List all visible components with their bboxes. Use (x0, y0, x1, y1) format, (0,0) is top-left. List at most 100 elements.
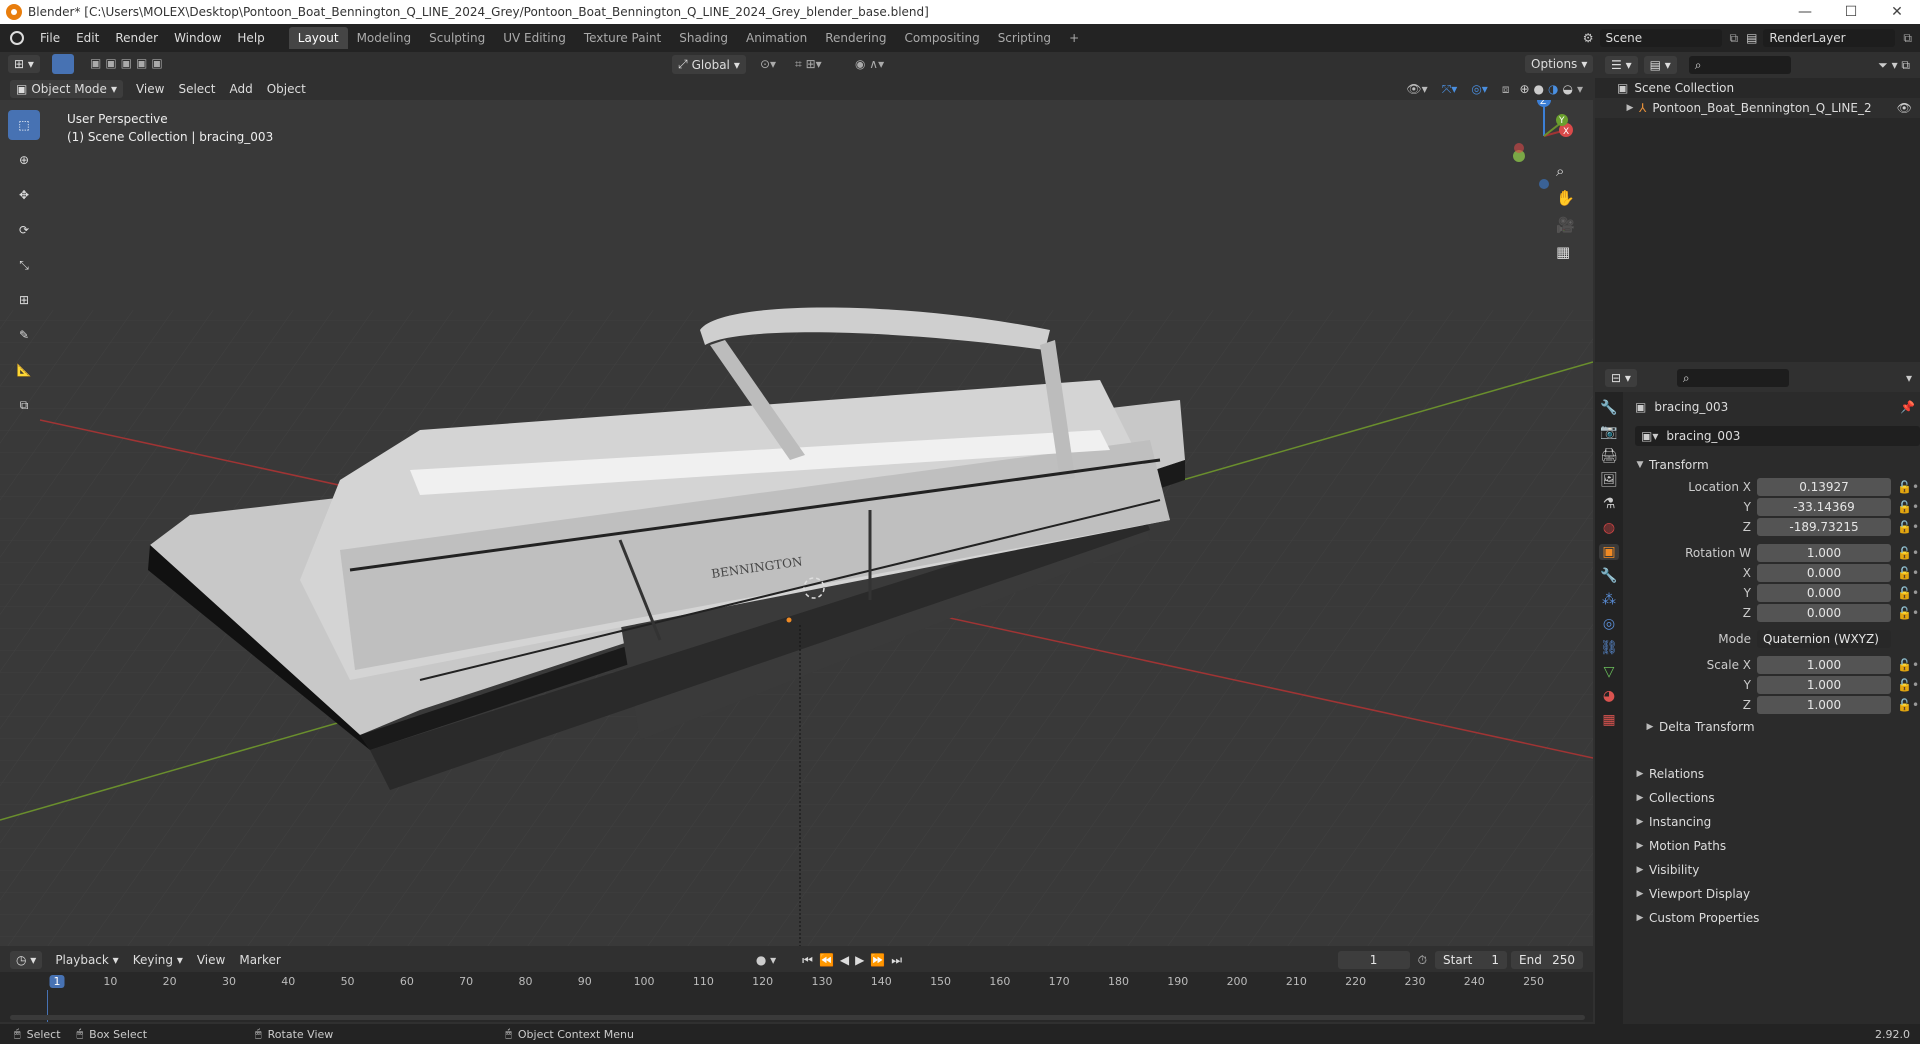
add-cube-tool[interactable]: ⧉ (8, 390, 40, 420)
transform-panel-header[interactable]: ▼ Transform (1631, 453, 1920, 477)
measure-tool[interactable]: 📐 (8, 355, 40, 385)
menu-file[interactable]: File (32, 31, 68, 45)
pivot-icon[interactable]: ⊙▾ (760, 57, 776, 71)
transform-tool[interactable]: ⊞ (8, 285, 40, 315)
transform-orientation[interactable]: ⤢ Global ▾ (672, 55, 746, 74)
particles-tab-icon[interactable]: ⁂ (1602, 592, 1616, 608)
end-frame-field[interactable]: End 250 (1511, 951, 1583, 969)
eye-visibility-icon[interactable]: 👁 (1897, 101, 1912, 115)
camera-view-icon[interactable]: 🎥 (1556, 216, 1575, 234)
snap-icon[interactable]: ⌗ ⊞▾ (795, 57, 822, 72)
tab-animation[interactable]: Animation (737, 27, 816, 49)
lock-icon[interactable]: 🔓• (1897, 480, 1919, 494)
minimize-icon[interactable]: — (1782, 4, 1828, 20)
render-layer-copy-icon[interactable]: ⧉ (1903, 31, 1912, 46)
menu-help[interactable]: Help (229, 31, 272, 45)
tool-tab-icon[interactable]: 🔧 (1600, 400, 1617, 416)
modifier-tab-icon[interactable]: 🔧 (1600, 568, 1617, 584)
lock-icon[interactable]: 🔓• (1897, 606, 1919, 620)
tab-rendering[interactable]: Rendering (816, 27, 895, 49)
3d-viewport[interactable]: BENNINGTON Z Y X User Perspective (1) Sc… (0, 100, 1593, 946)
menu-view[interactable]: View (129, 80, 171, 98)
panel-motion-paths[interactable]: ▶ Motion Paths (1631, 834, 1920, 858)
render-layer-field[interactable]: RenderLayer (1763, 29, 1896, 47)
menu-edit[interactable]: Edit (68, 31, 107, 45)
output-tab-icon[interactable]: 🖨 (1600, 448, 1618, 464)
expand-arrow-icon[interactable]: ▶ (1621, 103, 1639, 113)
xray-icon[interactable]: ⧈ (1502, 82, 1510, 97)
record-icon[interactable]: ● ▾ (756, 953, 776, 967)
outliner-editor-icon[interactable]: ☰ ▾ (1605, 56, 1638, 74)
start-frame-field[interactable]: Start 1 (1435, 951, 1507, 969)
scene-field[interactable]: Scene (1599, 29, 1722, 47)
select-tool-icon[interactable] (52, 54, 74, 74)
tab-uv-editing[interactable]: UV Editing (494, 27, 575, 49)
render-tab-icon[interactable]: 📷 (1600, 424, 1617, 440)
constraints-tab-icon[interactable]: ⛓ (1600, 640, 1618, 656)
ortho-grid-icon[interactable]: ▦ (1556, 243, 1575, 261)
timeline-editor-icon[interactable]: ◷ ▾ (10, 951, 43, 969)
options-dropdown[interactable]: Options ▾ (1525, 55, 1594, 73)
scale-y-field[interactable]: 1.000 (1757, 676, 1891, 694)
pan-hand-icon[interactable]: ✋ (1556, 189, 1575, 207)
frame-ruler[interactable]: 1 10 20 30 40 50 60 70 80 90 100 110 120 130 140 150 160… (0, 972, 1593, 992)
annotate-tool[interactable]: ✎ (8, 320, 40, 350)
lock-icon[interactable]: 🔓• (1897, 546, 1919, 560)
add-workspace-icon[interactable]: + (1060, 27, 1088, 49)
display-mode-icon[interactable]: ▤ ▾ (1643, 56, 1677, 74)
object-tab-icon[interactable]: ▣ (1599, 544, 1619, 560)
lock-icon[interactable]: 🔓• (1897, 586, 1919, 600)
lock-icon[interactable]: 🔓• (1897, 698, 1919, 712)
maximize-icon[interactable]: ☐ (1828, 4, 1874, 20)
scale-z-field[interactable]: 1.000 (1757, 696, 1891, 714)
move-tool[interactable]: ✥ (8, 180, 40, 210)
menu-render[interactable]: Render (107, 31, 166, 45)
menu-timeline-view[interactable]: View (190, 951, 232, 969)
scene-icon[interactable]: ⚙ (1583, 31, 1594, 45)
scale-x-field[interactable]: 1.000 (1757, 656, 1891, 674)
properties-editor-icon[interactable]: ⊟ ▾ (1605, 369, 1637, 387)
proportional-edit-icon[interactable]: ◉ ∧▾ (855, 57, 884, 71)
panel-viewport-display[interactable]: ▶ Viewport Display (1631, 882, 1920, 906)
menu-select[interactable]: Select (171, 80, 222, 98)
zoom-icon[interactable]: ⌕ (1556, 162, 1575, 180)
rotation-x-field[interactable]: 0.000 (1757, 564, 1891, 582)
menu-add[interactable]: Add (222, 80, 259, 98)
scene-copy-icon[interactable]: ⧉ (1730, 31, 1739, 46)
timeline-scrollbar[interactable] (10, 1015, 1585, 1020)
tab-scripting[interactable]: Scripting (989, 27, 1060, 49)
view-layer-tab-icon[interactable]: 🖼 (1600, 472, 1618, 488)
material-shading-icon[interactable]: ◑ (1548, 82, 1558, 96)
panel-instancing[interactable]: ▶ Instancing (1631, 810, 1920, 834)
wireframe-shading-icon[interactable]: ⊕ (1519, 82, 1529, 96)
object-name-field[interactable]: ▣▾ bracing_003 (1635, 426, 1920, 446)
location-z-field[interactable]: -189.73215 (1757, 518, 1891, 536)
tab-sculpting[interactable]: Sculpting (420, 27, 494, 49)
delta-transform-subpanel[interactable]: ▶ Delta Transform (1631, 715, 1920, 739)
texture-tab-icon[interactable]: ▦ (1602, 712, 1615, 728)
menu-keying[interactable]: Keying ▾ (126, 951, 190, 969)
tab-layout[interactable]: Layout (288, 27, 348, 49)
mode-dropdown[interactable]: ▣ Object Mode ▾ (10, 80, 123, 98)
properties-search-input[interactable]: ⌕ (1676, 369, 1789, 387)
tab-modeling[interactable]: Modeling (348, 27, 421, 49)
filter-icon[interactable]: ⏷ ▾ ⧉ (1878, 58, 1910, 73)
scene-tab-icon[interactable]: ⚗ (1603, 496, 1616, 512)
rotation-w-field[interactable]: 1.000 (1757, 544, 1891, 562)
panel-collections[interactable]: ▶ Collections (1631, 786, 1920, 810)
physics-tab-icon[interactable]: ◎ (1603, 616, 1615, 632)
rendered-shading-icon[interactable]: ◒ (1562, 82, 1572, 96)
timeline-area[interactable]: 1 10 20 30 40 50 60 70 80 90 100 110 120 130 140 150 160… (0, 972, 1593, 1022)
selection-mode-icons[interactable]: ▣▣▣▣▣ (90, 56, 167, 70)
tab-texture-paint[interactable]: Texture Paint (575, 27, 670, 49)
rotation-mode-dropdown[interactable]: Quaternion (WXYZ) (1757, 630, 1891, 648)
material-tab-icon[interactable]: ◕ (1603, 688, 1615, 704)
menu-window[interactable]: Window (166, 31, 229, 45)
current-frame-field[interactable]: 1 (1337, 951, 1410, 969)
cursor-tool[interactable]: ⊕ (8, 145, 40, 175)
world-tab-icon[interactable]: ◍ (1603, 520, 1615, 536)
data-tab-icon[interactable]: ▽ (1604, 664, 1615, 680)
lock-icon[interactable]: 🔓• (1897, 520, 1919, 534)
outliner-row-scene-collection[interactable]: ▣ Scene Collection (1595, 78, 1920, 98)
location-x-field[interactable]: 0.13927 (1757, 478, 1891, 496)
